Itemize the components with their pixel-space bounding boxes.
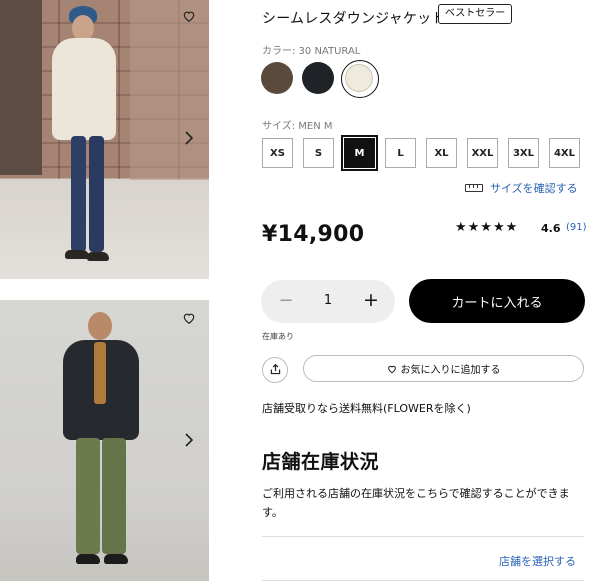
model-scarf xyxy=(94,342,106,404)
chevron-right-icon[interactable] xyxy=(184,130,194,146)
chevron-right-icon[interactable] xyxy=(184,432,194,448)
review-count-link[interactable]: (91) xyxy=(566,222,587,233)
quantity-value[interactable]: 1 xyxy=(317,293,339,308)
model-leg xyxy=(71,136,86,252)
product-price: ¥14,900 xyxy=(262,222,365,247)
size-option-xl[interactable]: XL xyxy=(426,138,457,168)
shipping-note: 店舗受取りなら送料無料(FLOWERを除く) xyxy=(262,402,471,415)
store-stock-heading: 店舗在庫状況 xyxy=(262,451,380,473)
select-store-link[interactable]: 店舗を選択する xyxy=(499,553,576,569)
quantity-decrease-button[interactable]: − xyxy=(278,290,294,311)
add-to-favorites-button[interactable]: お気に入りに追加する xyxy=(303,355,584,382)
size-option-xxl[interactable]: XXL xyxy=(467,138,498,168)
photo-background-pillar xyxy=(130,0,209,180)
size-option-3xl[interactable]: 3XL xyxy=(508,138,539,168)
add-to-cart-button[interactable]: カートに入れる xyxy=(409,279,585,323)
product-title: シームレスダウンジャケット xyxy=(262,11,446,27)
size-option-m[interactable]: M xyxy=(341,135,378,171)
size-label: サイズ: MEN M xyxy=(262,121,333,132)
color-swatch-brown[interactable] xyxy=(261,62,293,94)
size-option-l[interactable]: L xyxy=(385,138,416,168)
store-stock-description: ご利用される店舗の在庫状況をこちらで確認することができます。 xyxy=(262,487,570,519)
ruler-icon xyxy=(465,184,483,192)
model-shoe xyxy=(65,250,89,259)
model-shoe xyxy=(104,554,128,564)
divider xyxy=(262,536,584,537)
size-option-s[interactable]: S xyxy=(303,138,334,168)
share-button[interactable] xyxy=(262,357,288,383)
quantity-increase-button[interactable]: + xyxy=(363,289,379,311)
color-swatch-natural[interactable] xyxy=(345,64,373,92)
star-icon: ★★★★★ xyxy=(455,220,519,235)
model-leg xyxy=(89,136,104,252)
product-photo-2[interactable] xyxy=(0,300,209,581)
stock-status: 在庫あり xyxy=(262,332,294,341)
divider xyxy=(262,580,584,581)
model-head xyxy=(88,312,112,340)
model-shoe xyxy=(87,252,109,261)
share-icon xyxy=(270,363,281,375)
heart-icon[interactable] xyxy=(182,9,196,23)
photo-background-door xyxy=(0,0,42,175)
color-label: カラー: 30 NATURAL xyxy=(262,46,361,57)
model-leg xyxy=(76,438,100,554)
size-option-4xl[interactable]: 4XL xyxy=(549,138,580,168)
model-jacket-natural xyxy=(52,38,116,140)
quantity-stepper: − 1 + xyxy=(261,280,395,323)
bestseller-badge: ベストセラー xyxy=(438,4,513,24)
size-guide-link[interactable]: サイズを確認する xyxy=(490,180,578,196)
color-swatch-selected-ring[interactable] xyxy=(341,60,379,98)
size-option-xs[interactable]: XS xyxy=(262,138,293,168)
rating-value: 4.6 xyxy=(541,222,561,235)
add-to-favorites-label: お気に入りに追加する xyxy=(400,365,501,376)
heart-icon[interactable] xyxy=(182,311,196,325)
product-photo-1[interactable] xyxy=(0,0,209,279)
model-shoe xyxy=(76,554,100,564)
heart-icon xyxy=(387,365,396,373)
color-swatch-black[interactable] xyxy=(302,62,334,94)
model-leg xyxy=(102,438,126,554)
